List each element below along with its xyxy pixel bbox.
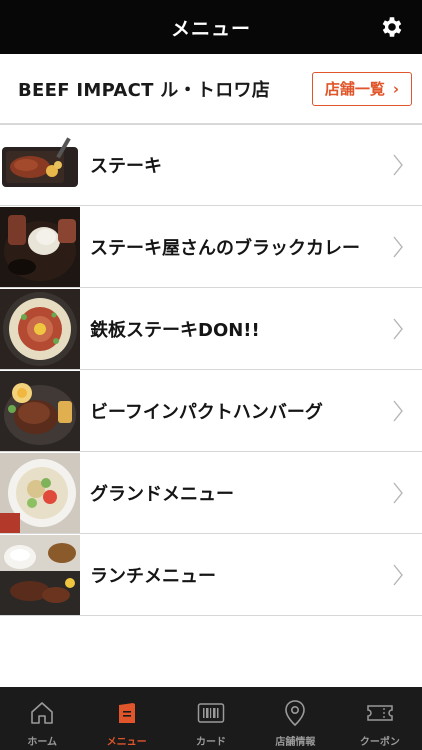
menu-item-label: ビーフインパクトハンバーグ — [90, 401, 323, 423]
settings-button[interactable] — [378, 13, 406, 41]
ticket-icon — [366, 699, 394, 727]
tab-label: カード — [196, 737, 227, 748]
menu-item-label: ステーキ屋さんのブラックカレー — [90, 237, 360, 259]
chevron-right-icon — [386, 482, 410, 504]
chevron-right-icon: › — [392, 79, 400, 98]
menu-item-label: ステーキ — [90, 156, 162, 177]
gear-icon — [382, 17, 402, 37]
map-pin-icon — [281, 699, 309, 727]
steak-thumbnail — [0, 125, 80, 205]
grand-menu-thumbnail — [0, 452, 80, 533]
tab-coupon[interactable]: クーポン — [338, 687, 422, 750]
tab-label: メニュー — [106, 737, 147, 748]
menu-item-label: グランドメニュー — [90, 483, 234, 505]
chevron-right-icon — [386, 236, 410, 258]
store-list-button[interactable]: 店舗一覧 › — [312, 71, 412, 106]
store-list-label: 店舗一覧 — [324, 80, 385, 98]
tab-menu[interactable]: メニュー — [84, 687, 168, 750]
chevron-right-icon — [386, 564, 410, 586]
menu-item-label: ランチメニュー — [90, 565, 216, 587]
store-bar: BEEF IMPACT ル・トロワ店 店舗一覧 › — [0, 54, 422, 124]
tab-card[interactable]: カード — [169, 687, 253, 750]
top-nav-bar: メニュー — [0, 0, 422, 54]
tab-label: ホーム — [27, 737, 58, 748]
menu-item-hamburg[interactable]: ビーフインパクトハンバーグ — [0, 370, 422, 452]
menu-list: ステーキ ステーキ屋さんのブラックカレー 鉄板ステーキDON!! ビーフインパク… — [0, 124, 422, 616]
tab-label: 店舗情報 — [275, 737, 316, 748]
store-name: BEEF IMPACT ル・トロワ店 — [18, 79, 271, 101]
page-title: メニュー — [170, 17, 251, 40]
lunch-menu-thumbnail — [0, 534, 80, 615]
menu-book-icon — [113, 699, 141, 727]
steak-don-thumbnail — [0, 288, 80, 369]
menu-item-steak-don[interactable]: 鉄板ステーキDON!! — [0, 288, 422, 370]
menu-item-black-curry[interactable]: ステーキ屋さんのブラックカレー — [0, 206, 422, 288]
bottom-tab-bar: ホーム メニュー カード 店舗情報 クーポン — [0, 687, 422, 750]
menu-item-steak[interactable]: ステーキ — [0, 124, 422, 206]
chevron-right-icon — [386, 400, 410, 422]
black-curry-thumbnail — [0, 206, 80, 287]
chevron-right-icon — [386, 154, 410, 176]
menu-item-grand-menu[interactable]: グランドメニュー — [0, 452, 422, 534]
hamburg-thumbnail — [0, 370, 80, 451]
menu-item-lunch-menu[interactable]: ランチメニュー — [0, 534, 422, 616]
home-icon — [28, 699, 56, 727]
barcode-card-icon — [197, 699, 225, 727]
tab-label: クーポン — [359, 737, 400, 748]
menu-item-label: 鉄板ステーキDON!! — [90, 319, 260, 341]
tab-home[interactable]: ホーム — [0, 687, 84, 750]
tab-store-info[interactable]: 店舗情報 — [253, 687, 337, 750]
chevron-right-icon — [386, 318, 410, 340]
